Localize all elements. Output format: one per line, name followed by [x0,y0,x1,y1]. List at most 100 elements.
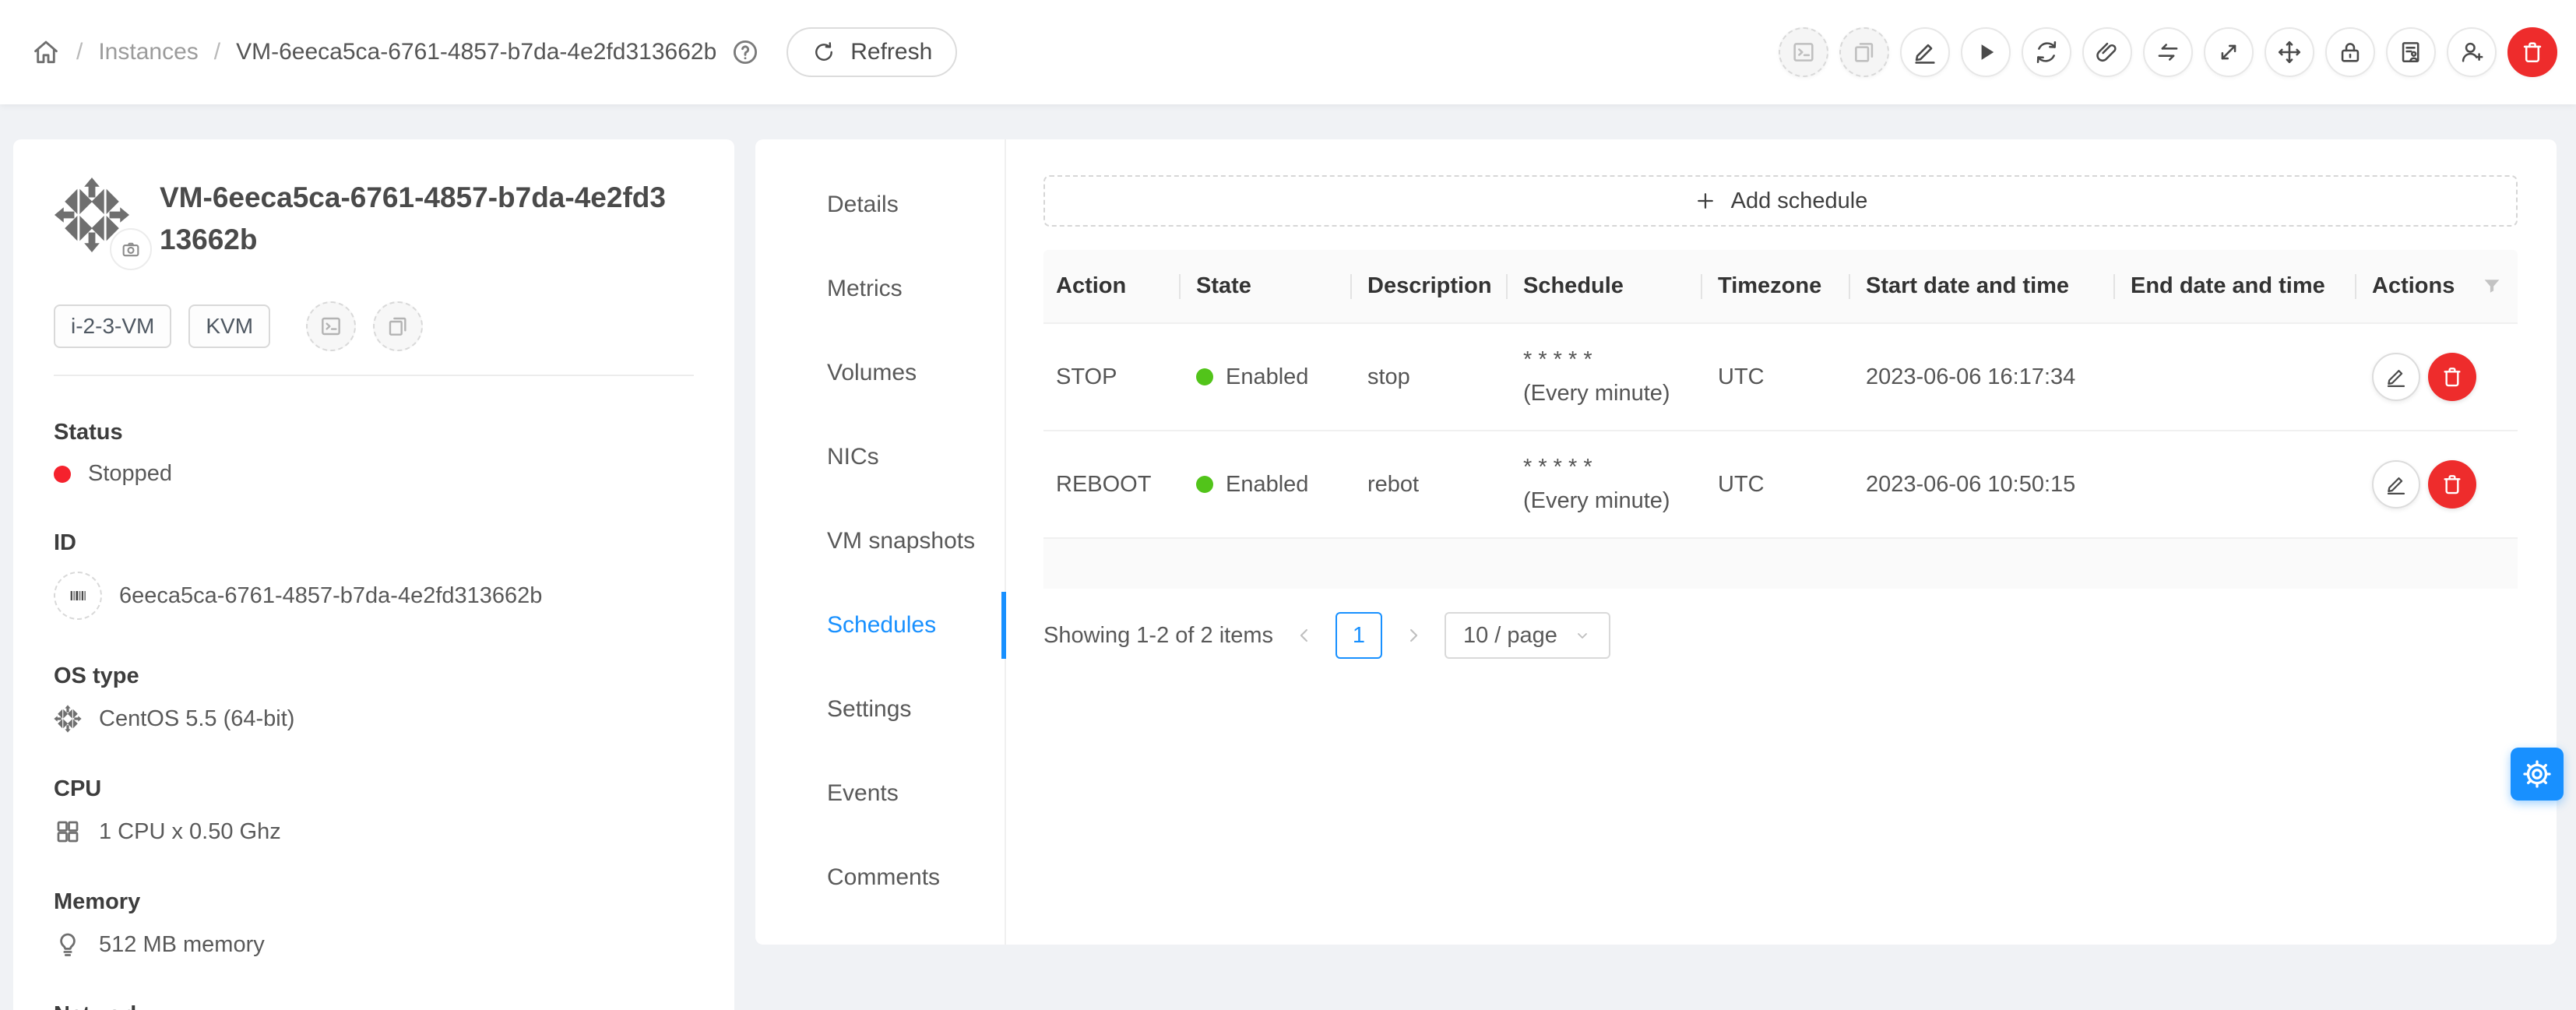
col-timezone: Timezone [1702,250,1850,323]
edit-schedule-button[interactable] [2372,460,2420,509]
reload-icon [811,40,836,65]
enabled-dot [1196,368,1213,385]
start-vm-button[interactable] [1961,27,2011,77]
field-label: Memory [54,889,694,915]
tab-settings[interactable]: Settings [755,667,1005,751]
cell-actions [2356,431,2518,538]
delete-schedule-button[interactable] [2428,460,2476,509]
vm-id-value: 6eeca5ca-6761-4857-b7da-4e2fd313662b [119,583,542,609]
project-settings-button[interactable] [2511,748,2564,801]
schedules-panel: Add schedule Action State Description Sc… [1006,139,2557,945]
col-action: Action [1043,250,1181,323]
edit-icon [1912,39,1938,65]
copy-button[interactable] [1839,27,1889,77]
console-button[interactable] [306,301,356,351]
table-row: REBOOT Enabled rebot * * * * * (Every m [1043,431,2518,538]
attach-iso-button[interactable] [2082,27,2132,77]
main-area: VM-6eeca5ca-6761-4857-b7da-4e2fd313662b … [0,104,2576,1010]
active-tab-indicator [1001,592,1006,659]
centos-icon [54,705,82,733]
delete-schedule-button[interactable] [2428,353,2476,401]
edit-schedule-button[interactable] [2372,353,2420,401]
col-description: Description [1352,250,1508,323]
breadcrumb: / Instances / VM-6eeca5ca-6761-4857-b7da… [31,27,957,77]
trash-icon [2519,39,2546,65]
reset-password-button[interactable] [2325,27,2375,77]
tab-comments[interactable]: Comments [755,836,1005,920]
refresh-button[interactable]: Refresh [787,27,957,77]
enabled-dot [1196,476,1213,493]
cell-start-date: 2023-06-06 10:50:15 [1850,431,2115,538]
tab-vm-snapshots[interactable]: VM snapshots [755,499,1005,583]
move-arrows-icon [2276,39,2303,65]
divider [54,375,694,376]
tab-metrics[interactable]: Metrics [755,247,1005,331]
terminal-icon [1790,39,1817,65]
edit-button[interactable] [1900,27,1950,77]
migrate-vm-button[interactable] [2143,27,2193,77]
breadcrumb-separator: / [76,39,83,65]
col-actions: Actions [2356,250,2518,323]
copy-id-button[interactable] [54,572,102,620]
page-number-button[interactable]: 1 [1336,612,1382,659]
vm-header: VM-6eeca5ca-6761-4857-b7da-4e2fd313662b [54,174,694,261]
help-icon[interactable] [730,37,760,67]
vm-detail-card: Details Metrics Volumes NICs VM snapshot… [755,139,2557,945]
refresh-label: Refresh [850,39,932,65]
bulb-icon [54,931,82,959]
tab-details[interactable]: Details [755,163,1005,247]
col-start-date: Start date and time [1850,250,2115,323]
cell-description: stop [1352,323,1508,431]
plus-icon [1694,189,1717,213]
cell-timezone: UTC [1702,323,1850,431]
cell-timezone: UTC [1702,431,1850,538]
field-label: ID [54,530,694,556]
scale-vm-button[interactable] [2204,27,2254,77]
lock-icon [2337,39,2363,65]
swap-arrows-icon [2155,39,2181,65]
col-schedule: Schedule [1508,250,1702,323]
field-label: Status [54,420,694,445]
field-label: OS type [54,663,694,689]
document-user-icon [2398,39,2424,65]
hypervisor-tag: KVM [188,304,270,348]
previous-page-button[interactable] [1289,620,1320,651]
camera-badge[interactable] [110,228,152,270]
vm-tags-row: i-2-3-VM KVM [54,301,694,351]
console-button[interactable] [1779,27,1828,77]
add-user-button[interactable] [2447,27,2497,77]
page-size-value: 10 / page [1463,623,1557,649]
copy-button[interactable] [373,301,423,351]
breadcrumb-instances-link[interactable]: Instances [98,39,198,65]
move-vm-button[interactable] [2265,27,2314,77]
tab-volumes[interactable]: Volumes [755,331,1005,415]
chevron-down-icon [1573,626,1592,645]
vm-internal-name-tag: i-2-3-VM [54,304,171,348]
os-type-value: CentOS 5.5 (64-bit) [99,706,294,732]
status-dot-red [54,466,71,483]
filter-icon[interactable] [2480,275,2504,298]
tab-events[interactable]: Events [755,751,1005,836]
home-icon[interactable] [31,37,61,67]
tab-schedules[interactable]: Schedules [755,583,1005,667]
diagonal-arrows-icon [2215,39,2242,65]
cron-note: (Every minute) [1523,377,1702,411]
cell-schedule: * * * * * (Every minute) [1508,431,1702,538]
add-schedule-button[interactable]: Add schedule [1043,175,2518,227]
sync-icon [2033,39,2060,65]
user-add-icon [2458,39,2485,65]
edit-icon [2384,473,2408,496]
page-size-select[interactable]: 10 / page [1445,612,1610,659]
destroy-vm-button[interactable] [2507,27,2557,77]
field-cpu: CPU 1 CPU x 0.50 Ghz [54,776,694,846]
vm-actions-toolbar [1779,27,2557,77]
copy-icon [385,314,410,339]
cron-expression: * * * * * [1523,451,1702,485]
next-page-button[interactable] [1398,620,1429,651]
tab-nics[interactable]: NICs [755,415,1005,499]
assign-vm-button[interactable] [2386,27,2436,77]
reboot-vm-button[interactable] [2022,27,2071,77]
barcode-icon [65,583,90,608]
status-value: Stopped [88,461,172,487]
gear-icon [2521,758,2553,790]
